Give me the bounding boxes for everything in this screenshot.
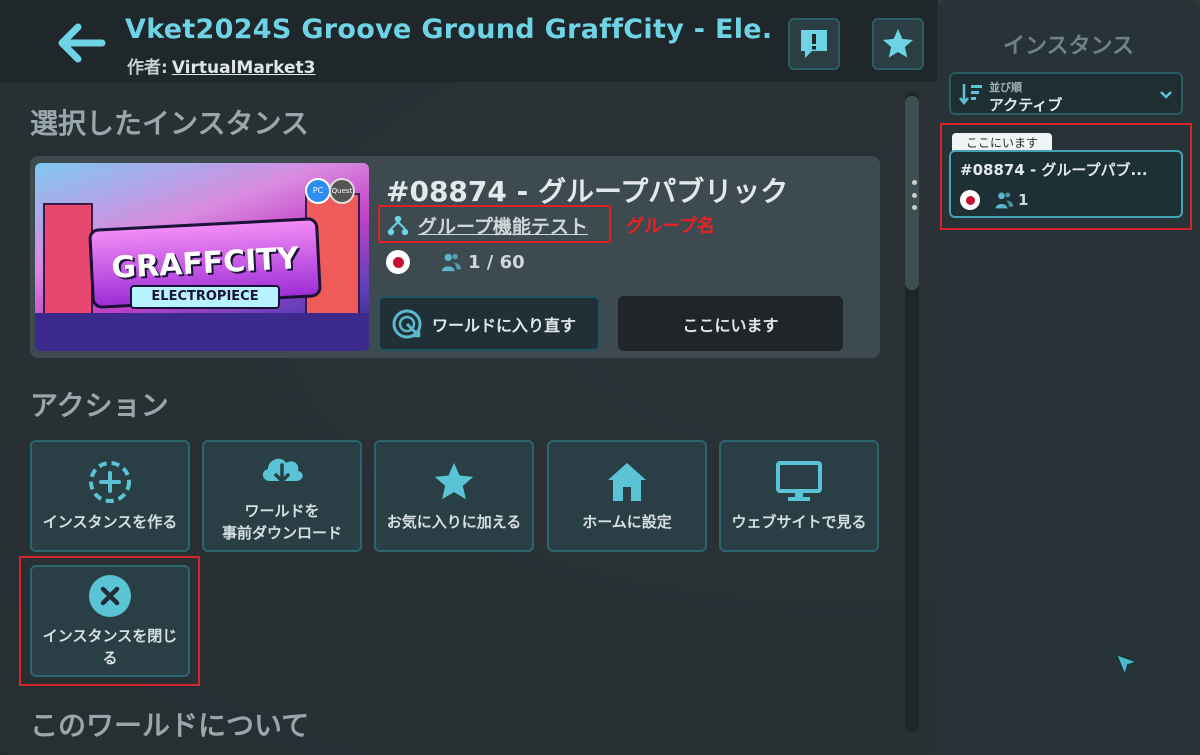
pointer-cursor-icon [1114,652,1142,680]
set-home-label: ホームに設定 [582,513,672,531]
thumbnail-subtitle: ELECTROPIECE [130,285,280,309]
japan-flag-icon [960,190,980,210]
arrow-left-icon [58,23,106,63]
you-are-here-button: ここにいます [618,296,843,351]
users-icon [441,253,462,272]
instance-meta-row: 1 / 60 [386,250,525,274]
view-website-button[interactable]: ウェブサイトで見る [719,440,879,552]
rejoin-icon [392,309,422,338]
instance-name: #08874 - グループパブリック [386,175,789,208]
group-icon [387,215,409,235]
here-label: ここにいます [682,315,779,335]
predownload-world-button[interactable]: ワールドを 事前ダウンロード [202,440,362,552]
section-title-selected-instance: 選択したインスタンス [30,107,309,140]
report-button[interactable] [788,18,840,70]
sort-label: 並び順 [989,81,1022,94]
create-instance-label: インスタンスを作る [42,513,178,531]
sort-order-dropdown[interactable]: 並び順 アクティブ [949,72,1183,115]
plus-circle-dashed-icon [87,459,133,505]
favorite-header-button[interactable] [872,18,924,70]
author-label: 作者: [127,58,168,78]
create-instance-button[interactable]: インスタンスを作る [30,440,190,552]
group-name-link[interactable]: グループ機能テスト [418,212,588,239]
users-icon [995,192,1014,209]
user-count-text: 1 / 60 [468,251,525,273]
instance-list-item-meta: 1 [960,190,1028,210]
user-count: 1 / 60 [440,251,525,273]
back-button[interactable] [52,18,110,68]
platform-pc-badge: PC [305,178,331,204]
chevron-down-icon [1160,91,1172,99]
world-title: Vket2024S Groove Ground GraffCity - Ele.… [125,14,775,45]
panel-splitter-handle[interactable] [910,180,918,210]
instance-list-item[interactable]: #08874 - グループパブ... 1 [949,150,1183,218]
predownload-label: ワールドを 事前ダウンロード [221,502,342,542]
japan-flag-icon [386,250,410,274]
author-row: 作者: VirtualMarket3 [127,53,316,78]
author-link[interactable]: VirtualMarket3 [172,58,316,78]
group-name-annotation: グループ名 [626,216,715,237]
instance-list-item-name: #08874 - グループパブ... [960,161,1148,179]
sort-value: アクティブ [989,96,1063,114]
set-home-button[interactable]: ホームに設定 [547,440,707,552]
star-icon [431,459,477,505]
platform-quest-badge: Quest [329,178,355,204]
sort-descending-icon [959,84,982,106]
rejoin-label: ワールドに入り直す [432,315,577,335]
monitor-icon [775,459,823,505]
report-exclamation-icon [801,30,827,58]
home-icon [604,459,650,505]
world-thumbnail: GRAFFCITY ELECTROPIECE PC Quest [35,163,369,351]
side-panel-title: インスタンス [1002,34,1135,59]
section-title-actions: アクション [30,389,169,422]
close-instance-highlight [19,556,200,686]
instance-list-item-user-count: 1 [1018,191,1029,209]
view-website-label: ウェブサイトで見る [731,513,867,531]
instance-list-item-users: 1 [994,190,1028,210]
add-favorite-button[interactable]: お気に入りに加える [374,440,534,552]
add-favorite-label: お気に入りに加える [386,513,522,531]
cloud-download-icon [258,448,306,494]
group-row: グループ機能テスト [386,212,588,239]
rejoin-world-button[interactable]: ワールドに入り直す [378,296,600,351]
star-icon [883,29,913,58]
section-title-about-world: このワールドについて [30,709,310,742]
